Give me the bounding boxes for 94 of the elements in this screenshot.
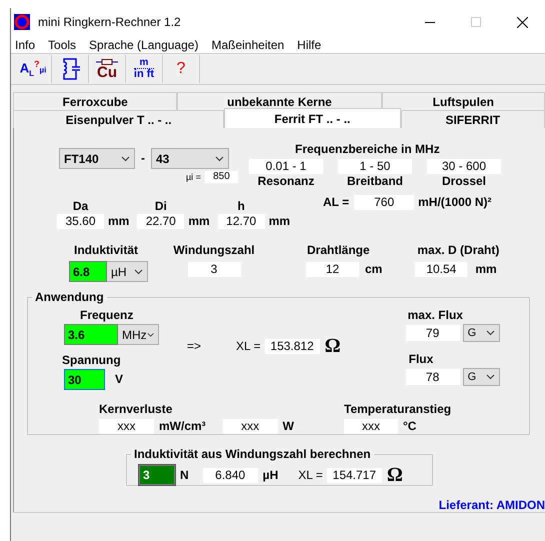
chevron-down-icon (215, 156, 224, 162)
core-loss-label: Kernverluste (99, 402, 172, 417)
dimension-value: 12.70 (218, 214, 265, 229)
copper-wire-button[interactable]: Cu (89, 55, 126, 83)
dimension-label: Da (72, 199, 88, 214)
frequency-field[interactable]: 3.6 (64, 324, 118, 345)
unit-label: W (282, 419, 294, 434)
chevron-down-icon (486, 374, 495, 380)
al-label: AL = (323, 195, 350, 210)
unit-dropdown[interactable]: G (462, 368, 500, 386)
tab[interactable]: Eisenpulver T .. - .. (13, 110, 224, 128)
close-icon (516, 16, 528, 28)
unit-label: mm (108, 214, 130, 229)
range-value: 0.01 - 1 (249, 159, 323, 174)
window-title: mini Ringkern-Rechner 1.2 (38, 15, 182, 29)
turns-label: Windungszahl (173, 243, 255, 258)
app-icon (14, 14, 30, 30)
menu-item[interactable]: Maßeinheiten (211, 38, 284, 52)
dimension-value: 22.70 (137, 214, 184, 229)
dimension-label: Di (154, 199, 167, 214)
unit-label: cm (365, 262, 382, 277)
xl-label: XL = (298, 468, 323, 482)
tab[interactable]: Luftspulen (382, 92, 545, 110)
range-label: Drossel (442, 174, 486, 189)
dimension-value: 35.60 (57, 214, 104, 229)
unit-label: mm (475, 262, 497, 277)
wire-length-value: 12 (306, 262, 359, 277)
inductance-field[interactable]: 6.8 (69, 261, 107, 282)
core-loss-density-value: xxx (99, 419, 154, 434)
units-button[interactable]: m in ft (126, 55, 163, 83)
frequency-label: Frequenz (80, 308, 134, 323)
chevron-down-icon (121, 156, 130, 162)
tab[interactable]: Ferroxcube (13, 92, 178, 110)
range-value: 30 - 600 (427, 159, 501, 174)
unit-dropdown[interactable]: G (462, 324, 500, 342)
max-flux-label: max. Flux (408, 308, 463, 323)
separator: - (141, 151, 145, 166)
xl-value: 153.812 (264, 338, 320, 354)
max-wire-diameter-value: 10.54 (415, 262, 468, 277)
unit-dropdown[interactable]: µH (107, 261, 148, 282)
voltage-field[interactable]: 30 (64, 369, 105, 390)
mu-value: 850 (204, 171, 238, 183)
tab[interactable]: Ferrit FT .. - .. (224, 108, 401, 128)
xl-label: XL = (236, 338, 261, 354)
ohm-unit: Ω (324, 338, 341, 354)
help-button[interactable]: ? (163, 55, 200, 83)
unit-dropdown[interactable]: MHz (118, 324, 159, 345)
xl-value: 154.717 (326, 468, 382, 482)
unit-label: mm (268, 214, 290, 229)
max-wire-diameter-label: max. D (Draht) (417, 243, 500, 258)
max-flux-value: 79 (406, 325, 460, 341)
unit-label: V (115, 372, 124, 387)
menu-item[interactable]: Hilfe (297, 38, 322, 52)
unit-label: mm (188, 214, 210, 229)
flux-value: 78 (406, 369, 460, 385)
menu-item[interactable]: Tools (48, 38, 76, 52)
chevron-down-icon (486, 330, 495, 336)
range-label: Breitband (346, 174, 403, 189)
temperature-rise-value: xxx (344, 419, 398, 434)
frequency-ranges-title: Frequenzbereiche in MHz (295, 142, 440, 157)
group-title: Anwendung (34, 290, 105, 304)
tab[interactable]: SIFERRIT (400, 110, 545, 128)
core-type-dropdown[interactable]: FT140 (59, 148, 135, 169)
material-dropdown[interactable]: 43 (151, 148, 229, 169)
mu-label: µi = (186, 172, 201, 182)
unit-label: µH (262, 468, 278, 482)
inductance-label: Induktivität (74, 243, 138, 258)
range-value: 1 - 50 (338, 159, 412, 174)
chevron-down-icon (146, 332, 154, 338)
arrow-label: => (187, 338, 202, 354)
voltage-label: Spannung (62, 353, 121, 368)
unit-label: °C (403, 419, 416, 434)
unit-label: N (180, 468, 189, 482)
chevron-down-icon (134, 268, 143, 274)
supplier-label: Lieferant: AMIDON (438, 498, 545, 512)
inductance-value: 6.840 (202, 468, 258, 482)
ohm-unit: Ω (386, 468, 403, 482)
turns-value: 3 (188, 262, 240, 277)
menu-item[interactable]: Sprache (Language) (89, 38, 198, 52)
resistor-icon (96, 58, 118, 64)
al-unit: mH/(1000 N)² (418, 195, 492, 210)
turns-field[interactable]: 3 (139, 465, 175, 485)
core-loss-power-value: xxx (222, 419, 278, 434)
tab[interactable]: unbekannte Kerne (177, 92, 382, 110)
menu-item[interactable]: Info (15, 38, 36, 52)
dimension-label: h (238, 199, 245, 214)
temperature-rise-label: Temperaturanstieg (344, 402, 452, 417)
group-title: Induktivität aus Windungszahl berechnen (133, 447, 372, 461)
flux-label: Flux (408, 352, 434, 367)
maximize-icon (471, 17, 481, 27)
al-value: 760 (354, 195, 414, 210)
wire-length-label: Drahtlänge (307, 243, 370, 258)
range-label: Resonanz (258, 174, 314, 189)
unit-label: mW/cm³ (159, 419, 206, 434)
